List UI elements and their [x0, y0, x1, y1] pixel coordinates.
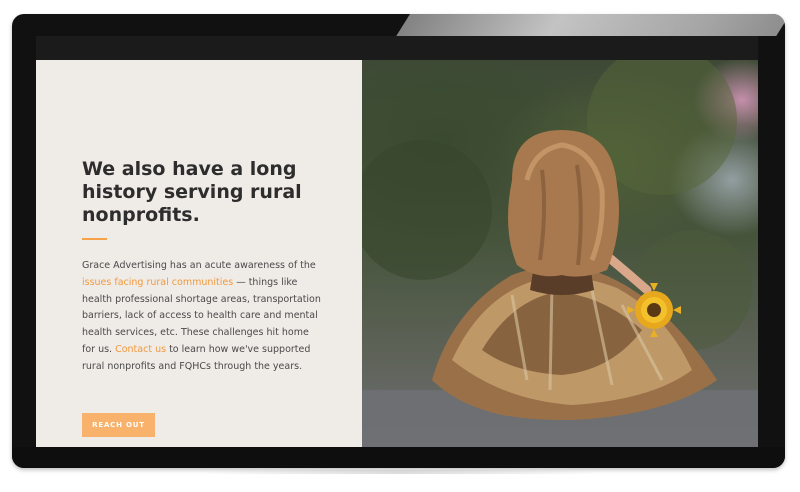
section-heading: We also have a long history serving rura…: [82, 158, 302, 226]
web-section: We also have a long history serving rura…: [36, 60, 758, 447]
device-mockup: We also have a long history serving rura…: [0, 0, 800, 492]
body-text-1: Grace Advertising has an acute awareness…: [82, 260, 316, 271]
heading-accent-rule: [82, 238, 107, 240]
monitor-shadow: [200, 470, 600, 474]
rural-issues-link[interactable]: issues facing rural communities: [82, 277, 233, 288]
monitor-chin: [12, 447, 785, 468]
reach-out-button[interactable]: REACH OUT: [82, 413, 155, 437]
monitor-bezel: We also have a long history serving rura…: [12, 14, 785, 468]
girl-with-sunflower-illustration: [362, 60, 758, 447]
content-panel: We also have a long history serving rura…: [36, 60, 362, 447]
contact-us-link[interactable]: Contact us: [115, 344, 166, 355]
hero-photo: [362, 60, 758, 447]
screen-glare: [396, 14, 785, 36]
section-body: Grace Advertising has an acute awareness…: [82, 258, 322, 376]
browser-top-bar: [36, 36, 758, 60]
